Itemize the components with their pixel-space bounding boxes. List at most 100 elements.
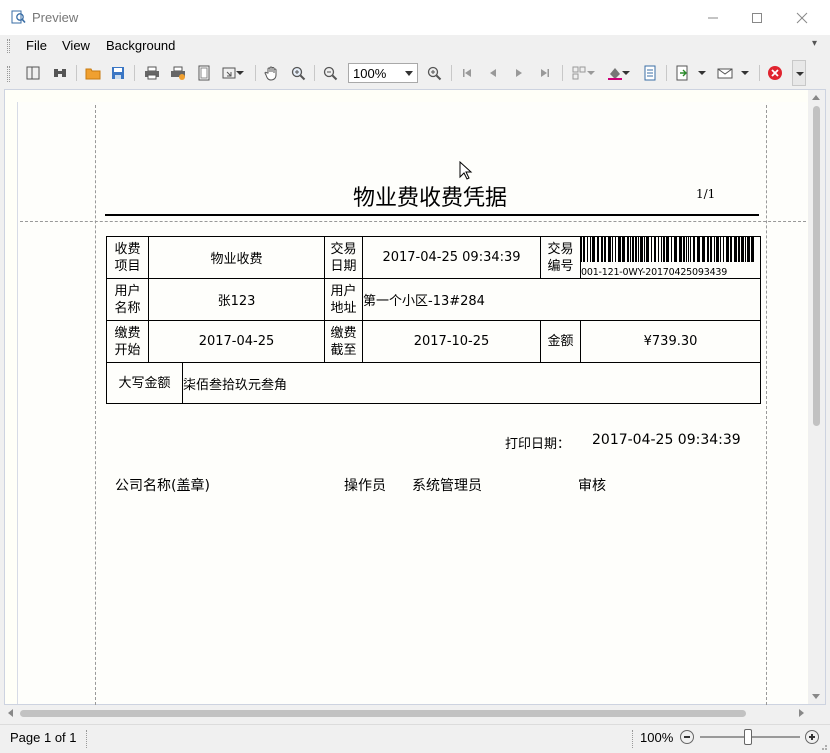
page-setup-icon[interactable] bbox=[195, 64, 213, 82]
find-icon[interactable] bbox=[51, 64, 69, 82]
print-icon[interactable] bbox=[143, 64, 161, 82]
status-zoom-value: 100% bbox=[640, 730, 674, 745]
barcode-bar bbox=[745, 237, 747, 262]
barcode-bar bbox=[697, 237, 701, 262]
menu-overflow-icon[interactable]: ▾ bbox=[812, 38, 817, 49]
zoom-in-icon[interactable] bbox=[425, 64, 443, 82]
trade-no-barcode: 001-121-0WY-20170425093439 bbox=[580, 236, 762, 279]
barcode-bar bbox=[630, 237, 632, 262]
scale-dropdown-icon[interactable] bbox=[235, 64, 245, 82]
horizontal-scrollbar[interactable] bbox=[4, 705, 808, 722]
previous-page-icon[interactable] bbox=[484, 64, 502, 82]
barcode-bar bbox=[674, 237, 678, 262]
send-email-icon[interactable] bbox=[716, 64, 734, 82]
barcode-bar bbox=[751, 237, 755, 262]
close-button[interactable] bbox=[779, 0, 825, 35]
print-date-value: 2017-04-25 09:34:39 bbox=[592, 432, 741, 448]
maximize-icon bbox=[752, 12, 762, 23]
zoom-out-button[interactable] bbox=[680, 730, 694, 744]
title-bar: Preview bbox=[0, 0, 830, 35]
maximize-button[interactable] bbox=[734, 0, 780, 35]
close-icon bbox=[796, 12, 808, 23]
barcode-bar bbox=[592, 237, 596, 262]
menu-grip[interactable] bbox=[7, 39, 10, 53]
resize-grip-icon[interactable] bbox=[818, 741, 828, 751]
barcode-bar bbox=[723, 237, 725, 262]
toolbar-separator bbox=[562, 65, 563, 81]
zoom-slider-thumb[interactable] bbox=[744, 729, 752, 745]
receipt-table: 收费 项目 物业收费 交易 日期 2017-04-25 09:34:39 交易 … bbox=[106, 236, 762, 404]
barcode-bar bbox=[702, 237, 706, 262]
barcode-bar bbox=[651, 237, 653, 262]
barcode-bar bbox=[688, 237, 690, 262]
watermark-icon[interactable] bbox=[641, 64, 659, 82]
user-address-label: 用户 地址 bbox=[324, 278, 364, 321]
barcode-bar bbox=[741, 237, 745, 262]
layout-icon[interactable] bbox=[24, 64, 42, 82]
toolbar-grip[interactable] bbox=[7, 66, 10, 82]
trade-no-label: 交易 编号 bbox=[540, 236, 582, 279]
next-page-icon[interactable] bbox=[510, 64, 528, 82]
pay-end-label: 缴费 截至 bbox=[324, 320, 364, 363]
barcode-bar bbox=[612, 237, 614, 262]
barcode-bar bbox=[730, 237, 733, 262]
print-date-label: 打印日期： bbox=[505, 437, 571, 452]
menu-background[interactable]: Background bbox=[106, 38, 175, 53]
zoom-combobox[interactable]: 100% bbox=[348, 63, 418, 83]
toolbar-overflow-button[interactable] bbox=[792, 60, 806, 86]
barcode-bar bbox=[726, 237, 730, 262]
barcode-bar bbox=[738, 237, 741, 262]
vertical-scroll-thumb[interactable] bbox=[813, 106, 820, 426]
minimize-button[interactable] bbox=[690, 0, 736, 35]
toolbar-separator bbox=[76, 65, 77, 81]
chevron-down-icon bbox=[405, 71, 413, 76]
title-underline bbox=[105, 214, 759, 216]
barcode-bar bbox=[663, 237, 666, 262]
table-row: 大写金额 柒佰叁拾玖元叁角 bbox=[106, 362, 762, 404]
barcode-bar bbox=[590, 237, 592, 262]
zoom-in-button[interactable] bbox=[805, 730, 819, 744]
user-address-value: 第一个小区-13#284 bbox=[362, 278, 762, 321]
margin-guide-right bbox=[766, 105, 767, 705]
horizontal-scroll-thumb[interactable] bbox=[20, 710, 746, 717]
open-icon[interactable] bbox=[84, 64, 102, 82]
last-page-icon[interactable] bbox=[536, 64, 554, 82]
export-icon[interactable] bbox=[673, 64, 691, 82]
status-separator bbox=[632, 730, 633, 748]
preview-app-icon bbox=[11, 10, 26, 24]
menu-view[interactable]: View bbox=[62, 38, 90, 53]
save-icon[interactable] bbox=[109, 64, 127, 82]
email-dropdown-icon[interactable] bbox=[740, 64, 750, 82]
minimize-icon bbox=[708, 17, 718, 18]
scroll-right-icon[interactable] bbox=[799, 709, 804, 717]
barcode-bar bbox=[714, 237, 716, 262]
hand-tool-icon[interactable] bbox=[263, 64, 281, 82]
background-dropdown-icon[interactable] bbox=[621, 64, 631, 82]
magnifier-icon[interactable] bbox=[289, 64, 307, 82]
barcode-bar bbox=[679, 237, 683, 262]
menu-file[interactable]: File bbox=[26, 38, 47, 53]
trade-date-label: 交易 日期 bbox=[324, 236, 364, 279]
barcode-bar bbox=[734, 237, 738, 262]
zoom-out-icon[interactable] bbox=[321, 64, 339, 82]
review-label: 审核 bbox=[578, 478, 606, 494]
item-label: 收费 项目 bbox=[106, 236, 149, 279]
close-preview-icon[interactable] bbox=[766, 64, 784, 82]
scroll-left-icon[interactable] bbox=[8, 709, 13, 717]
scroll-up-icon[interactable] bbox=[812, 95, 820, 100]
first-page-icon[interactable] bbox=[458, 64, 476, 82]
export-dropdown-icon[interactable] bbox=[697, 64, 707, 82]
scroll-down-icon[interactable] bbox=[812, 694, 820, 699]
operator-label: 操作员 bbox=[344, 478, 386, 494]
pay-start-value: 2017-04-25 bbox=[147, 320, 326, 363]
barcode-bar bbox=[671, 237, 673, 262]
operator-value: 系统管理员 bbox=[412, 478, 482, 494]
multipage-dropdown-icon[interactable] bbox=[586, 64, 596, 82]
barcode-bar bbox=[710, 237, 713, 262]
margin-guide-left bbox=[95, 105, 96, 705]
barcode-bar bbox=[601, 237, 604, 262]
barcode-bar bbox=[622, 237, 626, 262]
toolbar-separator bbox=[314, 65, 315, 81]
quick-print-icon[interactable] bbox=[169, 64, 187, 82]
vertical-scrollbar[interactable] bbox=[808, 90, 825, 704]
